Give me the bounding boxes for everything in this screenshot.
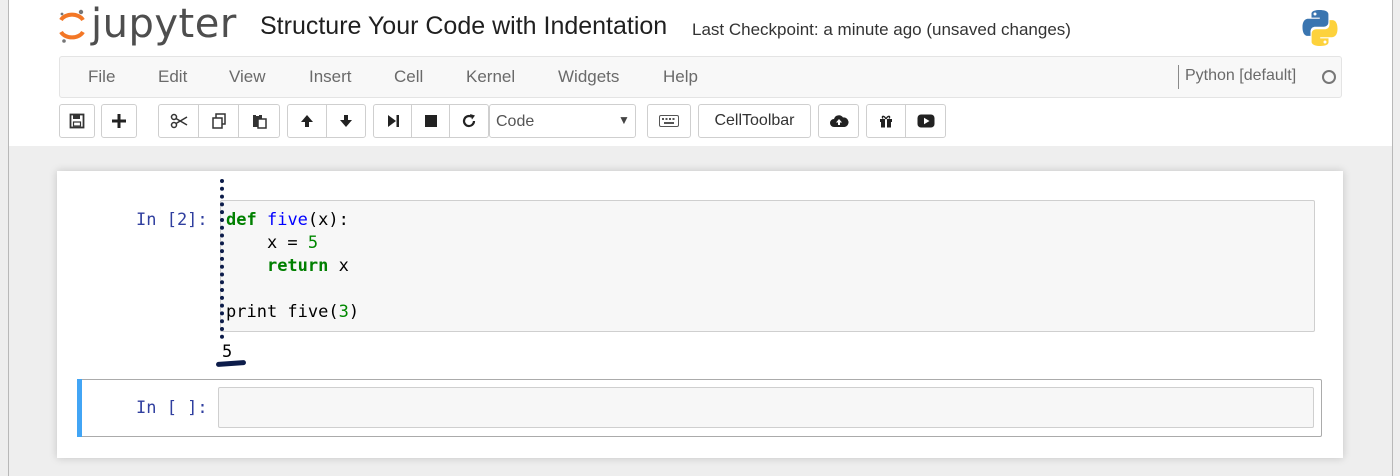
code-line-2: x = 5 <box>226 233 318 253</box>
menubar: File Edit View Insert Cell Kernel Widget… <box>59 56 1342 98</box>
menu-file[interactable]: File <box>88 67 115 87</box>
plus-icon <box>112 114 126 128</box>
menu-help[interactable]: Help <box>663 67 698 87</box>
celltoolbar-button[interactable]: CellToolbar <box>698 104 811 138</box>
function-name: five <box>266 210 308 230</box>
celltoolbar-label: CellToolbar <box>714 112 795 129</box>
code-return-value: x <box>328 256 349 276</box>
copy-button[interactable] <box>198 104 239 138</box>
move-down-button[interactable] <box>326 104 366 138</box>
code-line-5: print five(3) <box>226 302 359 322</box>
menu-insert[interactable]: Insert <box>309 67 352 87</box>
window-edge-right <box>1392 0 1393 476</box>
command-palette-button[interactable] <box>647 104 691 138</box>
play-button[interactable] <box>905 104 946 138</box>
kernel-separator <box>1178 65 1179 89</box>
gift-icon <box>880 115 892 128</box>
code-print-call: print five( <box>226 302 339 322</box>
cell-type-value: Code <box>496 113 535 130</box>
gift-button[interactable] <box>866 104 906 138</box>
stop-icon <box>424 115 437 127</box>
code-close-paren: ) <box>348 302 360 322</box>
cell-2-input-prompt: In [ ]: <box>136 398 208 418</box>
run-cell-button[interactable] <box>373 104 412 138</box>
notebook-container: In [2]: def five(x): x = 5 return x prin… <box>57 171 1343 458</box>
cloud-upload-icon <box>829 115 849 127</box>
output-underline-annotation <box>215 359 247 368</box>
code-number: 5 <box>307 233 319 253</box>
jupyter-logo[interactable]: jupyter <box>57 1 237 48</box>
menu-view[interactable]: View <box>229 67 266 87</box>
kernel-name[interactable]: Python [default] <box>1185 67 1296 85</box>
cut-button[interactable] <box>158 104 199 138</box>
toolbar: Code ▼ CellToolbar <box>59 104 1342 138</box>
python-logo-icon <box>1300 8 1340 53</box>
move-up-button[interactable] <box>287 104 327 138</box>
code-number: 3 <box>338 302 349 322</box>
arrow-down-icon <box>340 115 352 127</box>
insert-cell-button[interactable] <box>101 104 137 138</box>
indentation-guide-annotation <box>220 179 224 339</box>
keyboard-icon <box>659 115 679 127</box>
refresh-icon <box>462 114 476 128</box>
cell-2-selection-bar <box>77 379 82 437</box>
code-args: (x): <box>307 210 349 230</box>
cut-icon <box>170 113 187 129</box>
menu-cell[interactable]: Cell <box>394 67 423 87</box>
chevron-down-icon: ▼ <box>618 113 630 127</box>
kernel-idle-indicator-icon <box>1322 70 1336 84</box>
code-assign: x = <box>266 233 308 253</box>
code-line-1: def five(x): <box>226 210 349 230</box>
notebook-header: jupyter Structure Your Code with Indenta… <box>9 0 1392 146</box>
save-icon <box>69 113 85 129</box>
menu-edit[interactable]: Edit <box>158 67 187 87</box>
cell-2-code-editor[interactable] <box>218 387 1314 428</box>
save-button[interactable] <box>59 104 95 138</box>
arrow-up-icon <box>301 115 313 127</box>
cell-1-output: 5 <box>222 342 233 362</box>
interrupt-kernel-button[interactable] <box>411 104 450 138</box>
cell-1-code-editor[interactable] <box>220 200 1315 332</box>
keyword-def: def <box>226 210 257 230</box>
keyword-return: return <box>266 256 329 276</box>
checkpoint-status: Last Checkpoint: a minute ago (unsaved c… <box>692 20 1071 39</box>
play-circle-icon <box>917 114 934 128</box>
publish-button[interactable] <box>818 104 859 138</box>
menu-kernel[interactable]: Kernel <box>466 67 515 87</box>
code-line-3: return x <box>226 256 349 276</box>
jupyter-logo-text: jupyter <box>91 1 237 47</box>
paste-button[interactable] <box>238 104 280 138</box>
notebook-title[interactable]: Structure Your Code with Indentation <box>260 12 667 41</box>
copy-icon <box>211 113 226 129</box>
restart-kernel-button[interactable] <box>449 104 489 138</box>
cell-1-input-prompt: In [2]: <box>136 210 208 230</box>
jupyter-logo-icon <box>59 9 85 43</box>
paste-icon <box>253 114 267 129</box>
step-forward-icon <box>387 115 399 127</box>
cell-type-select[interactable]: Code ▼ <box>489 104 636 138</box>
menu-widgets[interactable]: Widgets <box>558 67 619 87</box>
